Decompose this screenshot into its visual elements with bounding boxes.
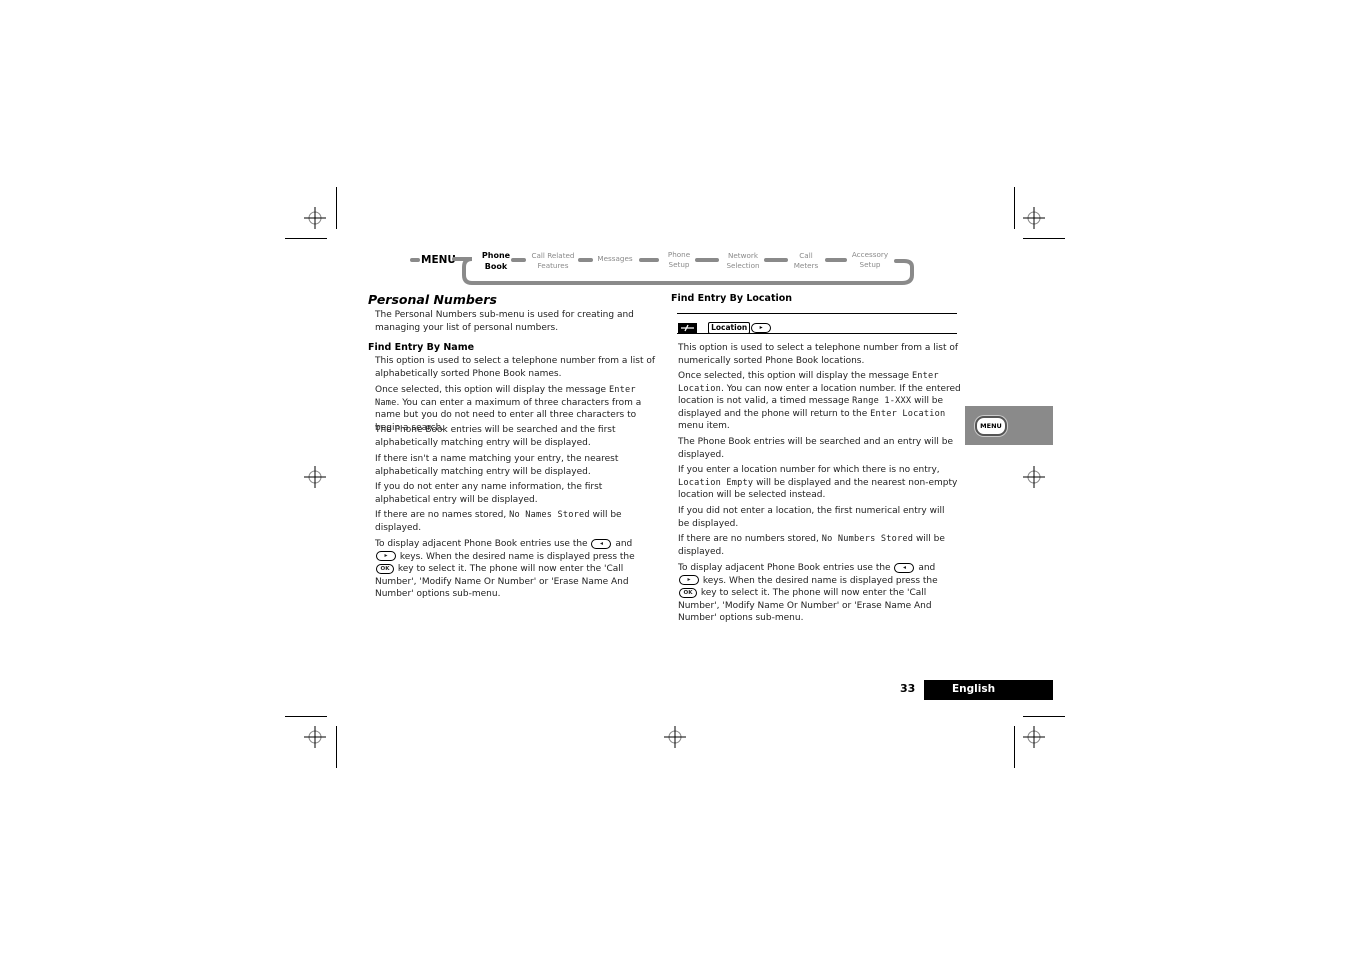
location-key: Location [708,321,751,334]
section-title: Personal Numbers [368,292,497,307]
paragraph: To display adjacent Phone Book entries u… [375,538,657,601]
shortcut-sequence: Location ▸ [678,317,772,334]
text: If you enter a location number for which… [678,465,940,475]
text: and [612,539,633,549]
left-key-icon: ◂ [591,538,612,549]
nav-connector [410,258,420,262]
language-bar: English [924,680,1053,700]
display-message: No Names Stored [509,510,590,520]
paragraph: The Phone Book entries will be searched … [375,425,616,448]
display-message: No Numbers Stored [821,534,914,544]
registration-mark-icon [1023,466,1045,488]
paragraph: If there are no names stored, No Names S… [375,509,645,534]
paragraph: If you do not enter any name information… [375,482,603,505]
crop-mark [1014,187,1015,229]
crop-mark [1023,716,1065,717]
text: To display adjacent Phone Book entries u… [678,563,894,573]
text: To display adjacent Phone Book entries u… [375,539,591,549]
crop-mark [285,716,327,717]
paragraph: If there isn't a name matching your entr… [375,454,619,477]
paragraph: If you did not enter a location, the fir… [678,506,945,529]
nav-item-accessory-setup[interactable]: Accessory Setup [846,250,894,270]
language-label: English [952,683,996,695]
text: keys. When the desired name is displayed… [700,575,938,586]
paragraph: This option is used to select a telephon… [678,343,959,366]
text: If there are no numbers stored, [678,534,822,544]
text: key to select it. The phone will now ent… [375,564,629,600]
nav-connector [639,258,659,262]
crop-mark [1014,726,1015,768]
crop-mark [1023,238,1065,239]
right-key-icon: ▸ [376,551,396,562]
registration-mark-icon [664,726,686,748]
paragraph: This option is used to select a telephon… [375,356,656,379]
crop-mark [336,726,337,768]
registration-mark-icon [1023,207,1045,229]
nav-item-network-selection[interactable]: Network Selection [720,251,766,271]
text: keys. When the desired name is displayed… [397,551,635,562]
right-key-icon: ▸ [751,322,772,333]
paragraph: To display adjacent Phone Book entries u… [678,562,960,625]
subsection-title-find-by-name: Find Entry By Name [368,342,475,353]
paragraph: If there are no numbers stored, No Numbe… [678,533,958,558]
text: If there are no names stored, [375,510,510,520]
right-key-icon: ▸ [679,575,699,586]
nav-connector [578,258,593,262]
nav-connector [764,258,788,262]
crop-mark [336,187,337,229]
nav-item-phone-book[interactable]: Phone Book [476,250,516,272]
divider [677,333,957,334]
display-message: Enter Location [870,408,946,419]
paragraph: Once selected, this option will display … [678,370,962,433]
paragraph: The Phone Book entries will be searched … [678,437,954,460]
nav-item-call-related-features[interactable]: Call Related Features [526,251,580,271]
text: and [915,563,936,573]
text: menu item. [678,421,730,432]
nav-item-call-meters[interactable]: Call Meters [788,251,824,271]
registration-mark-icon [304,207,326,229]
section-tab: MENU [965,406,1053,445]
text: key to select it. The phone will now ent… [678,588,932,624]
text: Once selected, this option will display … [678,371,912,381]
nav-connector [695,258,719,262]
page-number: 33 [900,682,916,695]
paragraph: If you enter a location number for which… [678,464,962,502]
crop-mark [285,238,327,239]
nav-item-messages[interactable]: Messages [593,254,637,264]
ok-key-icon: OK [679,587,697,598]
registration-mark-icon [304,726,326,748]
display-message: Range 1-XXX [852,396,912,407]
nav-item-phone-setup[interactable]: Phone Setup [661,250,697,270]
registration-mark-icon [304,466,326,488]
divider [677,313,957,314]
registration-mark-icon [1023,726,1045,748]
text: Once selected, this option will display … [375,385,609,395]
menu-key-icon: MENU [975,416,1007,436]
left-key-icon: ◂ [894,562,915,573]
nav-connector [825,258,847,262]
display-message: Location Empty [678,477,754,488]
intro-paragraph: The Personal Numbers sub-menu is used fo… [375,310,634,333]
subsection-title-find-by-location: Find Entry By Location [671,293,793,304]
nav-connector [511,258,526,262]
shortcut-icon [678,322,697,333]
ok-key-icon: OK [376,563,394,574]
menu-label: MENU [421,254,456,266]
